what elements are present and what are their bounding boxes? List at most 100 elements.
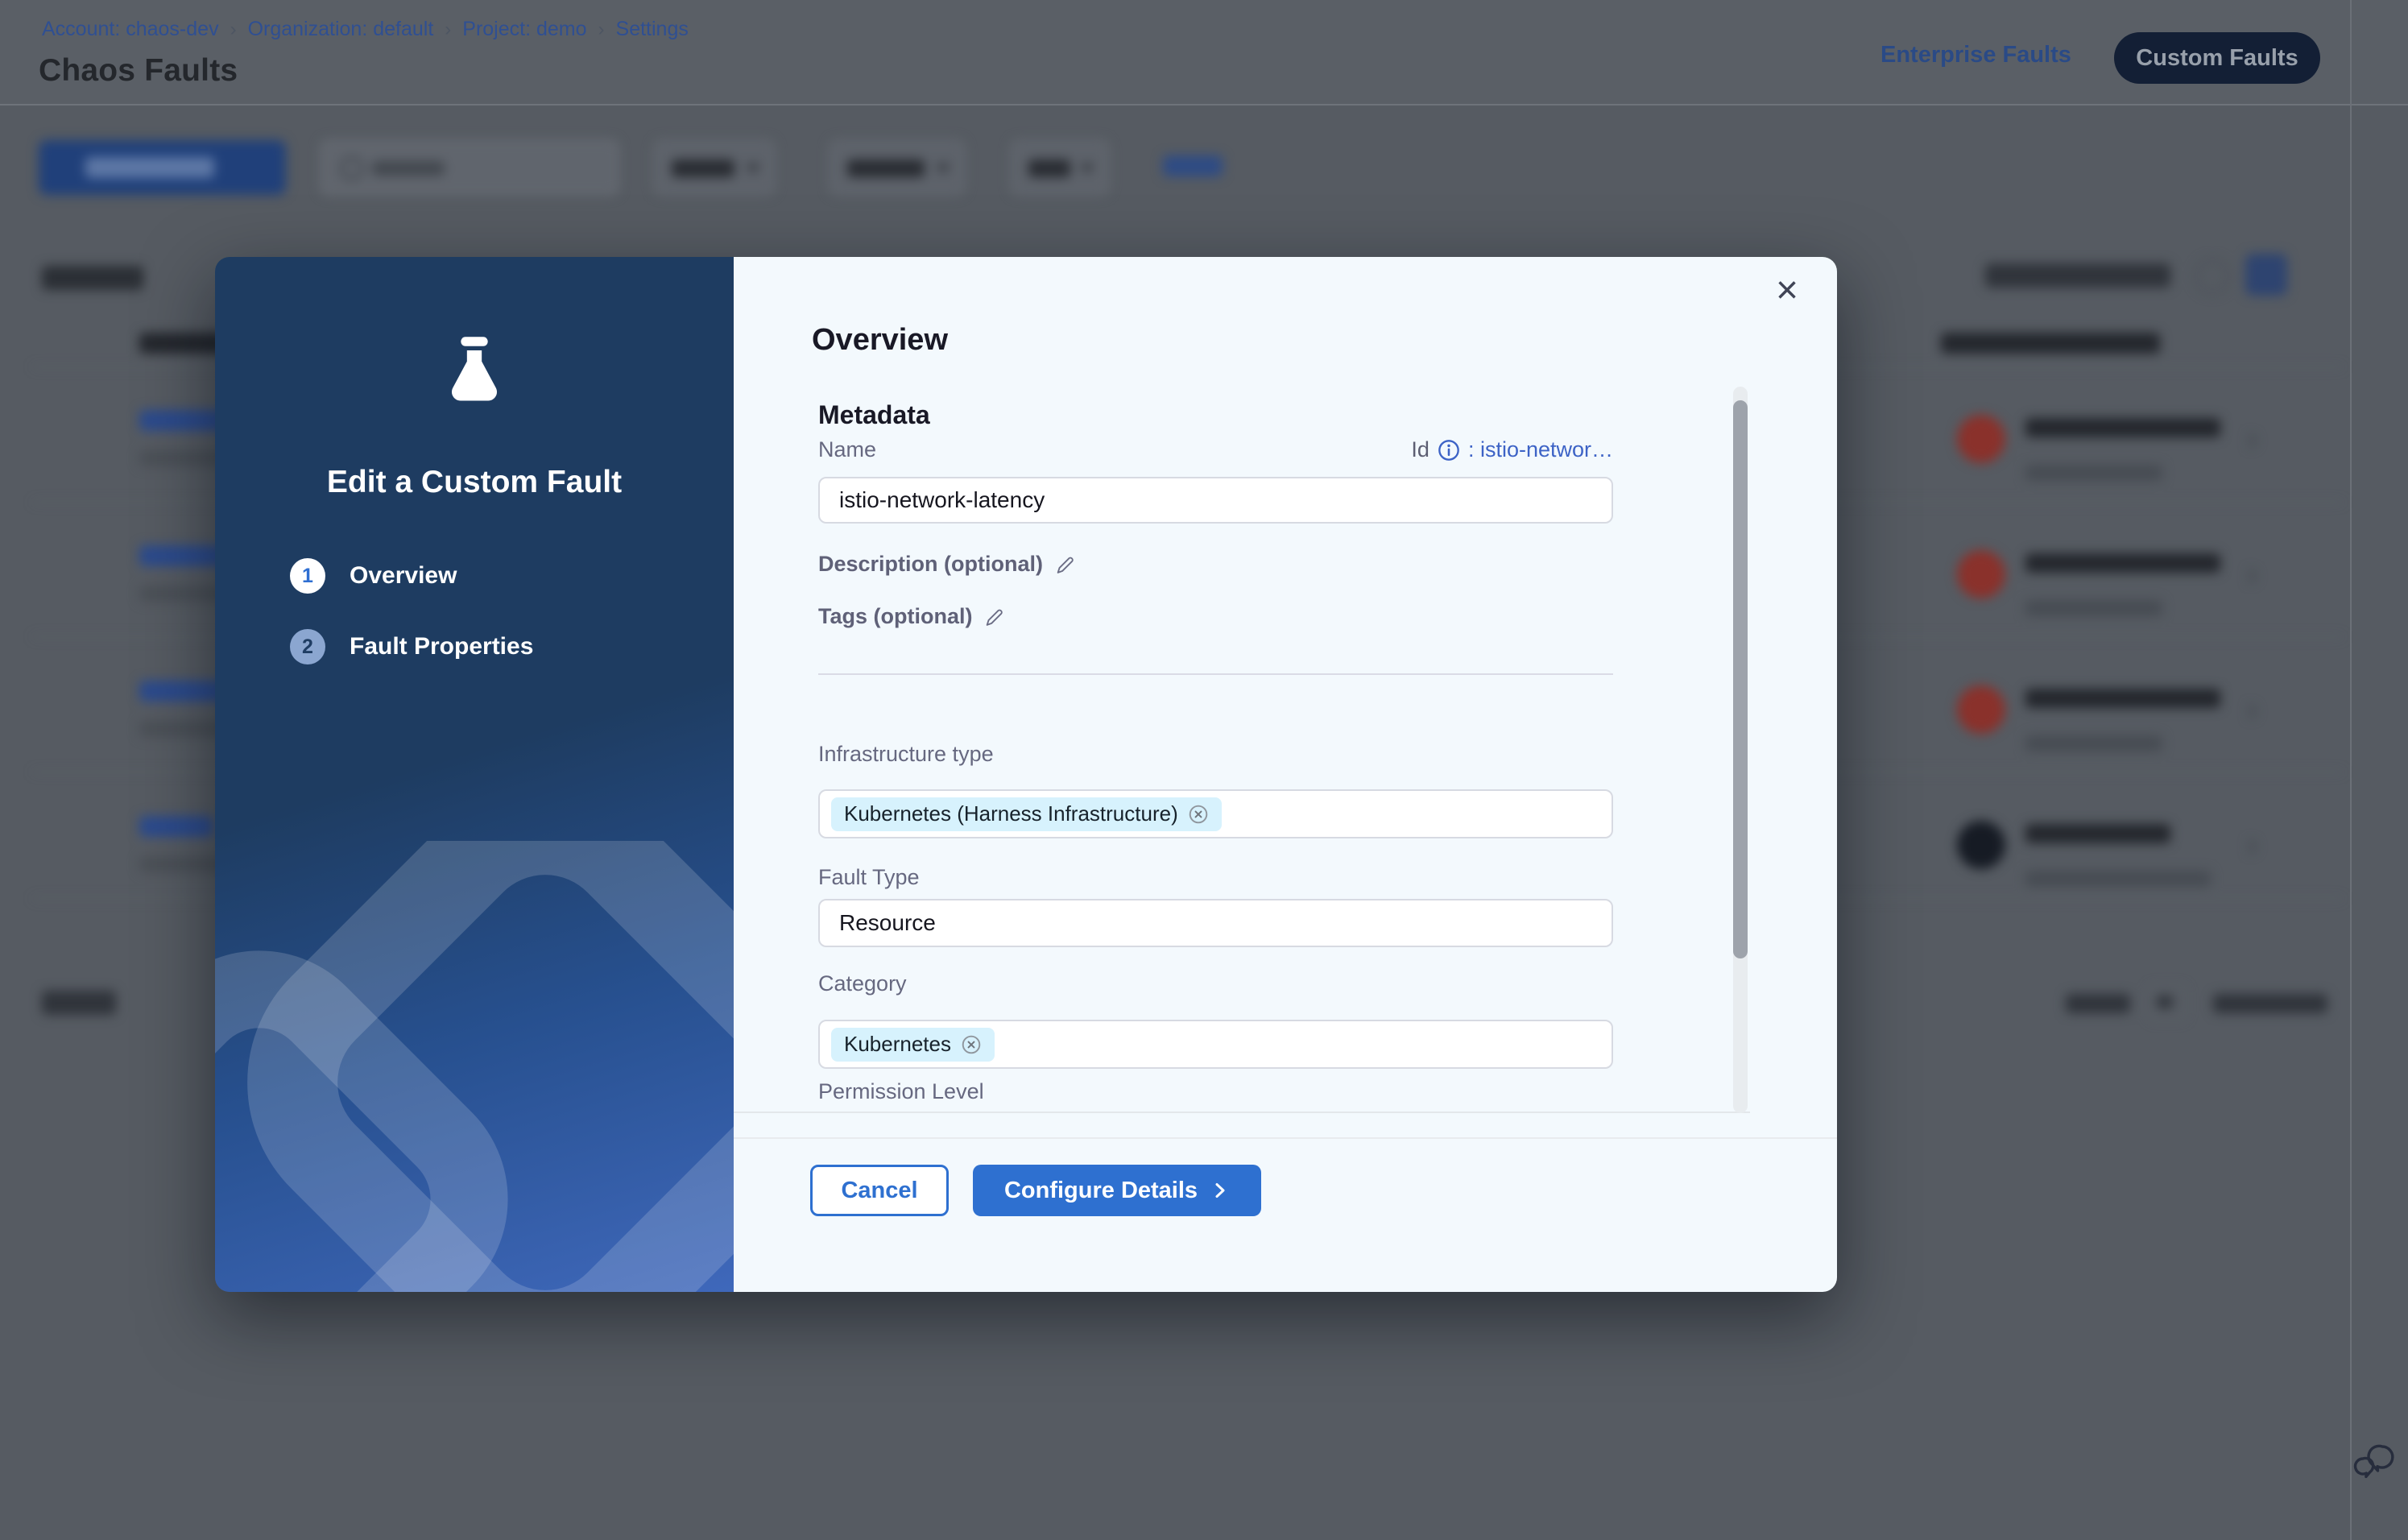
pencil-icon[interactable] xyxy=(983,606,1006,628)
chevron-right-icon[interactable]: › xyxy=(2247,557,2257,593)
close-icon[interactable]: × xyxy=(1776,271,1798,310)
step-number: 1 xyxy=(290,558,325,594)
modified-time-blur xyxy=(2025,871,2211,887)
chevron-down-icon xyxy=(746,164,760,173)
modified-by-blur xyxy=(2025,689,2220,708)
section-divider xyxy=(818,673,1613,675)
chip-label: Kubernetes (Harness Infrastructure) xyxy=(844,801,1178,826)
pagination-total-blur xyxy=(42,991,116,1015)
wizard-step-fault-properties[interactable]: 2 Fault Properties xyxy=(290,629,533,664)
modified-time-blur xyxy=(2025,735,2162,751)
category-label: Category xyxy=(818,971,907,996)
dropdown-label-blur xyxy=(847,159,925,177)
step-label: Fault Properties xyxy=(350,633,533,660)
search-by-filter-blur[interactable] xyxy=(1985,263,2170,288)
fault-type-label: Fault Type xyxy=(818,865,920,890)
filter-button[interactable] xyxy=(2245,254,2287,296)
fault-id-link[interactable]: : istio-networ… xyxy=(1468,437,1613,462)
chevron-down-icon xyxy=(1080,164,1094,173)
scrollbar-gutter-divider xyxy=(2350,0,2352,1540)
fault-name-link-blur xyxy=(139,816,213,837)
breadcrumb: Account: chaos-dev › Organization: defau… xyxy=(42,18,689,41)
chevron-right-icon: › xyxy=(445,19,451,41)
tags-label-row: Tags (optional) xyxy=(818,604,1006,629)
reset-filters-link[interactable] xyxy=(1163,155,1223,176)
modified-by-blur xyxy=(2025,553,2220,573)
footer-divider xyxy=(734,1137,1837,1139)
breadcrumb-project[interactable]: Project: demo xyxy=(462,18,586,41)
custom-faults-button[interactable]: Custom Faults xyxy=(2114,32,2320,84)
search-input[interactable] xyxy=(321,140,619,195)
chaos-faults-page: Account: chaos-dev › Organization: defau… xyxy=(0,0,2408,1540)
harness-logo-watermark xyxy=(215,841,734,1292)
wizard-sidebar: Edit a Custom Fault 1 Overview 2 Fault P… xyxy=(215,257,734,1292)
page-header: Account: chaos-dev › Organization: defau… xyxy=(0,0,2408,106)
name-label: Name xyxy=(818,437,876,462)
fault-id-row: Id : istio-networ… xyxy=(1411,437,1613,462)
chip-label: Kubernetes xyxy=(844,1032,951,1057)
info-icon xyxy=(1438,439,1460,462)
overview-panel: × Overview Metadata Name Id : istio-netw… xyxy=(734,257,1837,1292)
breadcrumb-settings[interactable]: Settings xyxy=(616,18,689,41)
breadcrumb-account[interactable]: Account: chaos-dev xyxy=(42,18,219,41)
avatar xyxy=(1957,415,2005,463)
panel-heading: Overview xyxy=(812,323,948,358)
avatar xyxy=(1957,685,2005,734)
chevron-down-icon xyxy=(936,164,950,173)
rows-per-page-label-blur xyxy=(2066,994,2130,1013)
chevron-right-icon: › xyxy=(598,19,605,41)
scroll-area-divider xyxy=(734,1112,1750,1113)
id-label: Id xyxy=(1411,437,1429,462)
column-header-last-modified[interactable] xyxy=(1941,333,2160,354)
modified-time-blur xyxy=(2025,600,2162,616)
cancel-button[interactable]: Cancel xyxy=(810,1165,949,1216)
category-chip: Kubernetes xyxy=(831,1028,995,1062)
scrollbar-thumb[interactable] xyxy=(1733,400,1748,958)
chevron-right-icon[interactable]: › xyxy=(2247,421,2257,457)
step-number: 2 xyxy=(290,629,325,664)
fault-type-filter-dropdown[interactable] xyxy=(830,140,965,195)
edit-custom-fault-modal: Edit a Custom Fault 1 Overview 2 Fault P… xyxy=(215,257,1837,1292)
wizard-title: Edit a Custom Fault xyxy=(215,465,734,500)
dropdown-label-blur xyxy=(1028,159,1070,177)
dropdown-label-blur xyxy=(672,159,734,177)
enterprise-faults-link[interactable]: Enterprise Faults xyxy=(1880,42,2071,68)
configure-details-label: Configure Details xyxy=(1004,1178,1198,1204)
circle-x-icon[interactable] xyxy=(961,1034,982,1055)
refresh-icon[interactable] xyxy=(2195,259,2230,294)
chevron-right-icon[interactable]: › xyxy=(2247,827,2257,863)
name-input[interactable] xyxy=(818,477,1613,524)
modified-time-blur xyxy=(2025,465,2162,481)
pencil-icon[interactable] xyxy=(1054,553,1077,576)
infrastructure-type-input[interactable]: Kubernetes (Harness Infrastructure) xyxy=(818,789,1613,838)
description-label-row: Description (optional) xyxy=(818,552,1077,577)
avatar xyxy=(1957,821,2005,869)
new-fault-label-blur xyxy=(85,157,214,178)
help-chat-button[interactable] xyxy=(2353,1443,2395,1486)
infrastructure-type-label: Infrastructure type xyxy=(818,742,994,767)
infrastructure-chip: Kubernetes (Harness Infrastructure) xyxy=(831,797,1222,831)
category-filter-dropdown[interactable] xyxy=(654,140,775,195)
tags-filter-dropdown[interactable] xyxy=(1011,140,1109,195)
modified-by-blur xyxy=(2025,824,2170,843)
page-size-select[interactable] xyxy=(2149,986,2186,1020)
step-label: Overview xyxy=(350,562,457,590)
category-input[interactable]: Kubernetes xyxy=(818,1020,1613,1069)
description-label: Description (optional) xyxy=(818,552,1043,577)
fault-type-input[interactable] xyxy=(818,899,1613,947)
circle-x-icon[interactable] xyxy=(1188,804,1209,825)
new-fault-button[interactable] xyxy=(39,140,286,195)
page-range-blur xyxy=(2213,994,2327,1013)
configure-details-button[interactable]: Configure Details xyxy=(973,1165,1261,1216)
permission-level-label: Permission Level xyxy=(818,1079,984,1104)
search-icon xyxy=(340,156,364,180)
modal-scrollbar[interactable] xyxy=(1733,387,1748,1113)
breadcrumb-organization[interactable]: Organization: default xyxy=(248,18,434,41)
modified-by-blur xyxy=(2025,418,2220,437)
tags-label: Tags (optional) xyxy=(818,604,972,629)
chat-bubbles-icon xyxy=(2353,1443,2395,1482)
wizard-step-overview[interactable]: 1 Overview xyxy=(290,558,457,594)
avatar xyxy=(1957,550,2005,598)
chevron-right-icon[interactable]: › xyxy=(2247,692,2257,728)
flask-icon xyxy=(434,331,515,416)
